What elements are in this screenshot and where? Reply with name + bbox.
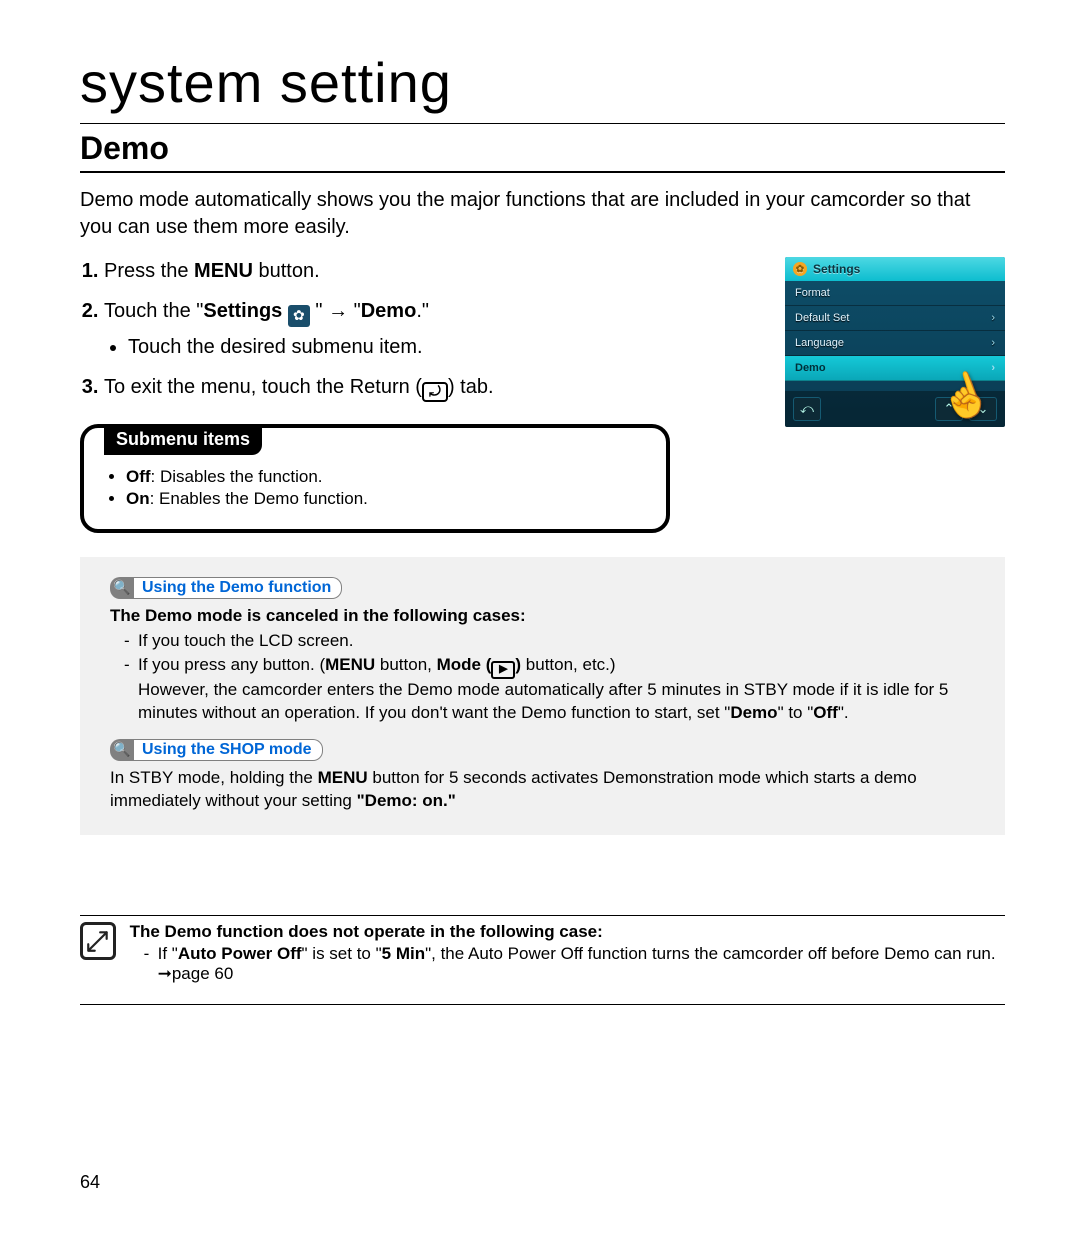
- section-heading: Demo: [80, 130, 1005, 167]
- camcorder-screenshot: ✿ Settings Format Default Set› Language›…: [785, 257, 1005, 427]
- submenu-title: Submenu items: [104, 424, 262, 455]
- panel-lead: The Demo mode is canceled in the followi…: [110, 605, 985, 628]
- note-lead: The Demo function does not operate in th…: [130, 922, 1005, 942]
- return-icon: ⤾: [422, 382, 448, 402]
- note-icon: [80, 922, 116, 960]
- step-3: To exit the menu, touch the Return (⤾) t…: [104, 373, 765, 402]
- submenu-off: Off: Disables the function.: [126, 467, 646, 487]
- divider: [80, 123, 1005, 124]
- screen-row-default-set: Default Set›: [785, 306, 1005, 331]
- divider: [80, 1004, 1005, 1005]
- divider: [80, 171, 1005, 173]
- divider: [80, 915, 1005, 916]
- screen-header: ✿ Settings: [785, 257, 1005, 281]
- panel-heading-shop-mode: 🔍 Using the SHOP mode: [110, 739, 985, 761]
- step-2-sub: Touch the desired submenu item.: [128, 333, 765, 361]
- mode-play-icon: ▶: [491, 661, 515, 679]
- gear-icon: ✿: [288, 305, 310, 327]
- magnifier-icon: 🔍: [110, 577, 134, 599]
- submenu-on: On: Enables the Demo function.: [126, 489, 646, 509]
- panel-li-1: If you touch the LCD screen.: [124, 630, 985, 653]
- screen-row-format: Format: [785, 281, 1005, 306]
- intro-text: Demo mode automatically shows you the ma…: [80, 187, 1005, 241]
- submenu-box: Submenu items Off: Disables the function…: [80, 424, 670, 533]
- note-section: The Demo function does not operate in th…: [80, 915, 1005, 1005]
- screen-row-language: Language›: [785, 331, 1005, 356]
- page-number: 64: [80, 1172, 100, 1193]
- info-panel: 🔍 Using the Demo function The Demo mode …: [80, 557, 1005, 835]
- gear-icon: ✿: [793, 262, 807, 276]
- magnifier-icon: 🔍: [110, 739, 134, 761]
- step-1: Press the MENU button.: [104, 257, 765, 285]
- step-2: Touch the "Settings ✿ " → "Demo." Touch …: [104, 297, 765, 361]
- panel-shop-text: In STBY mode, holding the MENU button fo…: [110, 767, 985, 813]
- note-li: If "Auto Power Off" is set to "5 Min", t…: [144, 944, 1005, 984]
- back-icon: ⤺: [793, 397, 821, 421]
- steps-list: Press the MENU button. Touch the "Settin…: [80, 257, 765, 402]
- panel-heading-demo-function: 🔍 Using the Demo function: [110, 577, 985, 599]
- panel-li-2: If you press any button. (MENU button, M…: [124, 654, 985, 724]
- page-title: system setting: [80, 50, 1005, 115]
